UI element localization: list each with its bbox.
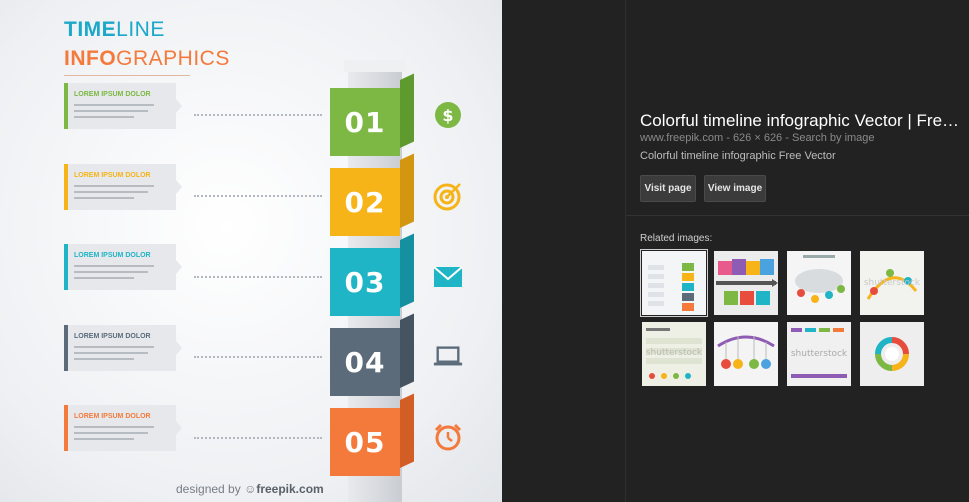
panel-divider [625, 0, 626, 502]
step-cube-04: 04 [330, 313, 414, 396]
step-card-title: LOREM IPSUM DOLOR [74, 252, 151, 259]
text-line [74, 197, 134, 199]
text-line [74, 191, 148, 193]
svg-text:$: $ [442, 106, 453, 125]
related-thumbnail[interactable] [787, 251, 851, 315]
result-description: Colorful timeline infographic Free Vecto… [640, 150, 836, 162]
text-line [74, 271, 148, 273]
freepik-watermark: designed by ☺freepik.com [176, 482, 324, 496]
dotted-connector [194, 356, 322, 358]
result-title[interactable]: Colorful timeline infographic Vector | F… [640, 111, 969, 131]
search-by-image-link[interactable]: Search by image [792, 132, 875, 144]
cube-side [400, 233, 414, 308]
text-line [74, 104, 154, 106]
step-card-02: LOREM IPSUM DOLOR [64, 164, 182, 210]
watermark-text: shutterstock [864, 278, 921, 288]
related-thumbnail[interactable]: shutterstock [642, 322, 706, 386]
step-card-03: LOREM IPSUM DOLOR [64, 244, 182, 290]
view-image-button[interactable]: View image [704, 175, 766, 202]
step-card-title: LOREM IPSUM DOLOR [74, 333, 151, 340]
text-line [74, 346, 154, 348]
related-thumbnail[interactable] [640, 249, 708, 317]
target-icon [433, 181, 463, 211]
result-domain[interactable]: www.freepik.com [640, 132, 723, 144]
dotted-connector [194, 195, 322, 197]
dotted-connector [194, 276, 322, 278]
step-cube-01: 01 [330, 73, 414, 156]
watermark-text: shutterstock [791, 349, 848, 359]
related-thumbnail[interactable]: shutterstock [787, 322, 851, 386]
text-line [74, 352, 148, 354]
related-thumbnail[interactable] [714, 322, 778, 386]
text-line [74, 110, 148, 112]
text-line [74, 358, 134, 360]
infographic-title-line2: INFOGRAPHICS [64, 47, 230, 70]
infographic-title-line1: TIMELINE [64, 18, 165, 41]
dollar-icon: $ [433, 100, 463, 130]
title-underline [64, 75, 190, 76]
step-card-title: LOREM IPSUM DOLOR [74, 91, 151, 98]
step-cube-03: 03 [330, 233, 414, 316]
text-line [74, 116, 134, 118]
related-images-label: Related images: [640, 233, 713, 244]
step-card-title: LOREM IPSUM DOLOR [74, 172, 151, 179]
step-card-accent [64, 405, 68, 451]
step-number: 01 [330, 88, 400, 156]
step-number: 04 [330, 328, 400, 396]
text-line [74, 277, 134, 279]
related-thumbnail[interactable]: shutterstock [860, 251, 924, 315]
text-line [74, 432, 148, 434]
step-card-title: LOREM IPSUM DOLOR [74, 413, 151, 420]
envelope-icon [433, 262, 463, 292]
cube-side [400, 73, 414, 148]
section-divider [626, 215, 969, 216]
laptop-icon [433, 342, 463, 372]
related-thumbnail[interactable] [860, 322, 924, 386]
visit-page-button[interactable]: Visit page [640, 175, 696, 202]
text-line [74, 185, 154, 187]
watermark-text: shutterstock [646, 348, 703, 358]
text-line [74, 438, 134, 440]
step-cube-05: 05 [330, 393, 414, 476]
step-card-04: LOREM IPSUM DOLOR [64, 325, 182, 371]
text-line [74, 265, 154, 267]
cube-side [400, 153, 414, 228]
alarm-clock-icon [433, 422, 463, 452]
step-number: 05 [330, 408, 400, 476]
step-cube-02: 02 [330, 153, 414, 236]
pillar-cap [344, 60, 406, 72]
result-meta: www.freepik.com - 626 × 626 - Search by … [640, 132, 875, 144]
dotted-connector [194, 114, 322, 116]
step-number: 03 [330, 248, 400, 316]
step-card-accent [64, 244, 68, 290]
step-number: 02 [330, 168, 400, 236]
step-card-01: LOREM IPSUM DOLOR [64, 83, 182, 129]
step-card-05: LOREM IPSUM DOLOR [64, 405, 182, 451]
related-thumbnail[interactable] [714, 251, 778, 315]
preview-image[interactable]: TIMELINE INFOGRAPHICS LOREM IPSUM DOLOR … [0, 0, 502, 502]
cube-side [400, 393, 414, 468]
result-dimensions: 626 × 626 [732, 132, 783, 144]
dotted-connector [194, 437, 322, 439]
step-card-accent [64, 164, 68, 210]
cube-side [400, 313, 414, 388]
step-card-accent [64, 83, 68, 129]
step-card-accent [64, 325, 68, 371]
text-line [74, 426, 154, 428]
freepik-logo-icon: ☺ [244, 482, 257, 496]
